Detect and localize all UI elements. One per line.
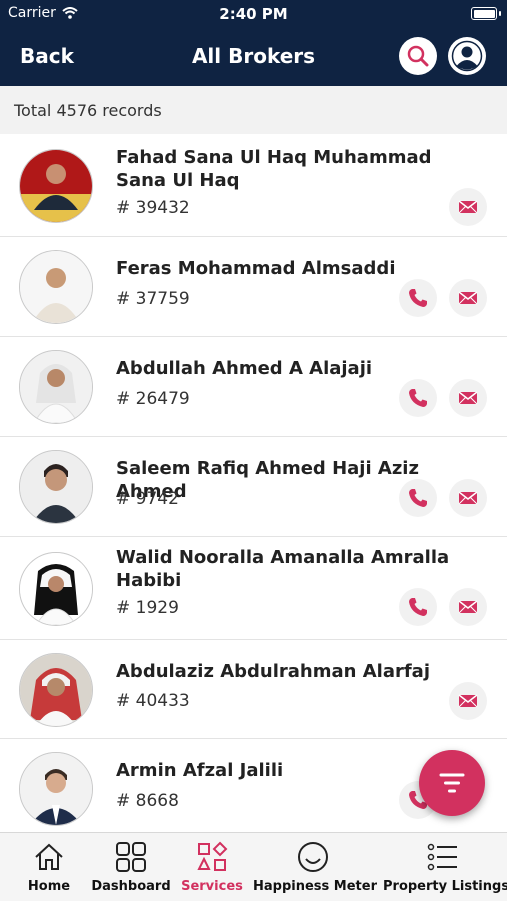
email-button[interactable] bbox=[449, 188, 487, 226]
phone-icon bbox=[409, 389, 427, 407]
call-button[interactable] bbox=[399, 588, 437, 626]
email-button[interactable] bbox=[449, 682, 487, 720]
broker-row[interactable]: Fahad Sana Ul Haq Muhammad Sana Ul Haq #… bbox=[0, 134, 507, 237]
bottom-tab-bar: Home Dashboard Services Happiness Meter bbox=[0, 832, 507, 901]
email-button[interactable] bbox=[449, 379, 487, 417]
broker-name: Feras Mohammad Almsaddi bbox=[116, 258, 396, 279]
list-icon bbox=[427, 843, 457, 871]
back-button[interactable]: Back bbox=[20, 44, 74, 68]
email-button[interactable] bbox=[449, 588, 487, 626]
battery-icon bbox=[471, 7, 497, 20]
smiley-icon bbox=[298, 842, 328, 872]
broker-row[interactable]: Walid Nooralla Amanalla Amralla Habibi #… bbox=[0, 537, 507, 640]
home-icon bbox=[35, 843, 63, 870]
envelope-icon bbox=[458, 391, 478, 405]
envelope-icon bbox=[458, 200, 478, 214]
broker-name: Fahad Sana Ul Haq Muhammad Sana Ul Haq bbox=[116, 147, 432, 191]
envelope-icon bbox=[458, 694, 478, 708]
envelope-icon bbox=[458, 600, 478, 614]
broker-avatar bbox=[19, 149, 93, 223]
filter-fab-button[interactable] bbox=[419, 750, 485, 816]
envelope-icon bbox=[458, 291, 478, 305]
email-button[interactable] bbox=[449, 479, 487, 517]
user-icon bbox=[451, 40, 483, 72]
tab-label: Dashboard bbox=[91, 879, 171, 894]
broker-row[interactable]: Abdulaziz Abdulrahman Alarfaj # 40433 bbox=[0, 640, 507, 739]
broker-id: # 40433 bbox=[116, 691, 190, 711]
status-bar: Carrier 2:40 PM bbox=[0, 0, 507, 28]
broker-avatar bbox=[19, 552, 93, 626]
services-icon bbox=[197, 841, 228, 871]
broker-avatar bbox=[19, 752, 93, 826]
broker-row[interactable]: Abdullah Ahmed A Alajaji # 26479 bbox=[0, 337, 507, 437]
call-button[interactable] bbox=[399, 479, 437, 517]
tab-dashboard[interactable]: Dashboard bbox=[91, 833, 171, 901]
records-summary: Total 4576 records bbox=[0, 86, 507, 134]
broker-avatar bbox=[19, 450, 93, 524]
tab-services[interactable]: Services bbox=[179, 833, 245, 901]
tab-label: Happiness Meter bbox=[253, 879, 377, 894]
tab-happiness-meter[interactable]: Happiness Meter bbox=[253, 833, 377, 901]
filter-icon bbox=[439, 773, 465, 793]
records-count: Total 4576 records bbox=[14, 101, 162, 120]
broker-id: # 26479 bbox=[116, 389, 190, 409]
broker-id: # 39432 bbox=[116, 198, 190, 218]
broker-name: Abdulaziz Abdulrahman Alarfaj bbox=[116, 661, 430, 682]
broker-id: # 8668 bbox=[116, 791, 179, 811]
broker-avatar bbox=[19, 653, 93, 727]
envelope-icon bbox=[458, 491, 478, 505]
search-icon bbox=[407, 45, 429, 67]
tab-property-listings[interactable]: Property Listings bbox=[383, 833, 507, 901]
dashboard-icon bbox=[116, 842, 146, 872]
broker-name: Abdullah Ahmed A Alajaji bbox=[116, 358, 373, 379]
broker-id: # 37759 bbox=[116, 289, 190, 309]
tab-label: Services bbox=[181, 879, 243, 894]
email-button[interactable] bbox=[449, 279, 487, 317]
broker-id: # 9742 bbox=[116, 489, 179, 509]
broker-id: # 1929 bbox=[116, 598, 179, 618]
call-button[interactable] bbox=[399, 279, 437, 317]
profile-button[interactable] bbox=[448, 37, 486, 75]
tab-label: Property Listings bbox=[383, 879, 507, 894]
clock: 2:40 PM bbox=[219, 5, 288, 23]
broker-avatar bbox=[19, 350, 93, 424]
broker-avatar bbox=[19, 250, 93, 324]
tab-label: Home bbox=[27, 879, 71, 894]
broker-row[interactable]: Feras Mohammad Almsaddi # 37759 bbox=[0, 237, 507, 337]
phone-icon bbox=[409, 489, 427, 507]
search-button[interactable] bbox=[399, 37, 437, 75]
phone-icon bbox=[409, 289, 427, 307]
broker-list: Fahad Sana Ul Haq Muhammad Sana Ul Haq #… bbox=[0, 134, 507, 832]
nav-bar: Back All Brokers bbox=[0, 28, 507, 86]
call-button[interactable] bbox=[399, 379, 437, 417]
phone-icon bbox=[409, 598, 427, 616]
broker-row[interactable]: Saleem Rafiq Ahmed Haji Aziz Ahmed # 974… bbox=[0, 437, 507, 537]
tab-home[interactable]: Home bbox=[14, 833, 84, 901]
broker-name: Walid Nooralla Amanalla Amralla Habibi bbox=[116, 547, 450, 591]
